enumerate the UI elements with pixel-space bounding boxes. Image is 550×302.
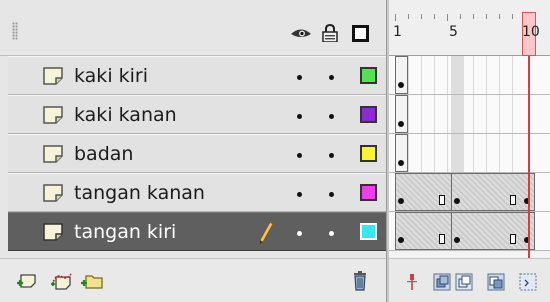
frame-row[interactable] <box>389 173 550 212</box>
layers-panel: kaki kiri kaki kanan badan tangan kanan <box>0 0 388 302</box>
layer-name[interactable]: kaki kiri <box>74 65 148 87</box>
frame-span[interactable] <box>395 212 452 250</box>
outline-icon[interactable] <box>352 25 369 42</box>
frame-end-marker <box>510 234 516 244</box>
layers-header <box>0 0 388 56</box>
frame-span[interactable] <box>451 173 535 211</box>
trash-icon[interactable] <box>348 271 372 291</box>
layer-row-tangan-kiri[interactable]: tangan kiri <box>8 212 388 251</box>
keyframe-dot[interactable] <box>454 198 460 204</box>
ruler-tick <box>473 14 474 19</box>
layer-name[interactable]: kaki kanan <box>74 104 177 126</box>
layer-icon <box>43 106 63 124</box>
visibility-toggle[interactable] <box>297 231 302 236</box>
visibility-toggle[interactable] <box>297 114 302 119</box>
onion-markers-icon[interactable] <box>519 273 537 291</box>
panel-grip-icon[interactable] <box>12 22 18 40</box>
pencil-icon <box>259 221 274 245</box>
ruler-tick <box>499 14 500 19</box>
lock-toggle[interactable] <box>329 153 334 158</box>
frame-span[interactable] <box>451 212 535 250</box>
keyframe-dot[interactable] <box>398 82 404 88</box>
frame-row[interactable] <box>389 56 550 95</box>
onion-skin-icon[interactable] <box>433 273 451 291</box>
keyframe-dot[interactable] <box>398 198 404 204</box>
playhead-line <box>528 56 530 266</box>
lock-toggle[interactable] <box>329 231 334 236</box>
layer-row-tangan-kanan[interactable]: tangan kanan <box>8 173 388 212</box>
timeline-panel: 1 5 10 <box>389 0 550 302</box>
outline-color-swatch[interactable] <box>360 67 377 84</box>
layers-toolbar <box>0 258 388 302</box>
ruler-tick <box>408 14 409 19</box>
new-folder-icon[interactable] <box>80 271 104 291</box>
frame-number: 5 <box>449 24 458 40</box>
lock-icon[interactable] <box>322 24 338 42</box>
visibility-toggle[interactable] <box>297 75 302 80</box>
eye-icon[interactable] <box>290 28 312 40</box>
frame-ruler[interactable]: 1 5 10 <box>389 0 550 56</box>
ruler-tick <box>434 14 435 19</box>
layer-row-kaki-kiri[interactable]: kaki kiri <box>8 56 388 95</box>
layer-row-kaki-kanan[interactable]: kaki kanan <box>8 95 388 134</box>
ruler-tick <box>512 14 513 19</box>
outline-color-swatch[interactable] <box>360 106 377 123</box>
keyframe-dot[interactable] <box>454 237 460 243</box>
lock-toggle[interactable] <box>329 114 334 119</box>
motion-guide-icon[interactable] <box>50 271 74 291</box>
keyframe[interactable] <box>395 95 408 133</box>
edit-multiple-icon[interactable] <box>487 273 505 291</box>
onion-outline-icon[interactable] <box>455 273 473 291</box>
layer-row-badan[interactable]: badan <box>8 134 388 173</box>
frame-span[interactable] <box>395 173 452 211</box>
layer-name[interactable]: tangan kanan <box>74 182 205 204</box>
frame-row[interactable] <box>389 95 550 134</box>
outline-color-swatch[interactable] <box>360 184 377 201</box>
layer-icon <box>43 223 63 241</box>
frame-end-marker <box>439 234 445 244</box>
keyframe-dot[interactable] <box>398 160 404 166</box>
layer-name[interactable]: tangan kiri <box>74 221 176 243</box>
frame-cell-5 <box>451 134 464 172</box>
frame-end-marker <box>510 195 516 205</box>
ruler-tick <box>395 14 396 21</box>
visibility-toggle[interactable] <box>297 192 302 197</box>
current-frame-number: 10 <box>522 24 540 40</box>
keyframe-dot[interactable] <box>398 237 404 243</box>
outline-color-swatch[interactable] <box>360 223 377 240</box>
layer-icon <box>43 67 63 85</box>
timeline-toolbar <box>389 258 550 302</box>
frame-cell-5 <box>451 56 464 94</box>
keyframe-dot[interactable] <box>398 121 404 127</box>
layer-name[interactable]: badan <box>74 143 133 165</box>
frame-row[interactable] <box>389 134 550 173</box>
lock-toggle[interactable] <box>329 192 334 197</box>
lock-toggle[interactable] <box>329 75 334 80</box>
outline-color-swatch[interactable] <box>360 145 377 162</box>
layer-icon <box>43 184 63 202</box>
center-frame-icon[interactable] <box>403 273 421 291</box>
keyframe[interactable] <box>395 134 408 172</box>
layer-icon <box>43 145 63 163</box>
new-layer-icon[interactable] <box>16 271 40 291</box>
frame-cell-5 <box>451 95 464 133</box>
visibility-toggle[interactable] <box>297 153 302 158</box>
ruler-tick <box>421 14 422 19</box>
ruler-tick <box>460 14 461 19</box>
ruler-tick <box>447 14 448 21</box>
frame-row[interactable] <box>389 212 550 251</box>
keyframe[interactable] <box>395 56 408 94</box>
frame-end-marker <box>439 195 445 205</box>
ruler-tick <box>486 14 487 19</box>
frame-number: 1 <box>393 24 402 40</box>
